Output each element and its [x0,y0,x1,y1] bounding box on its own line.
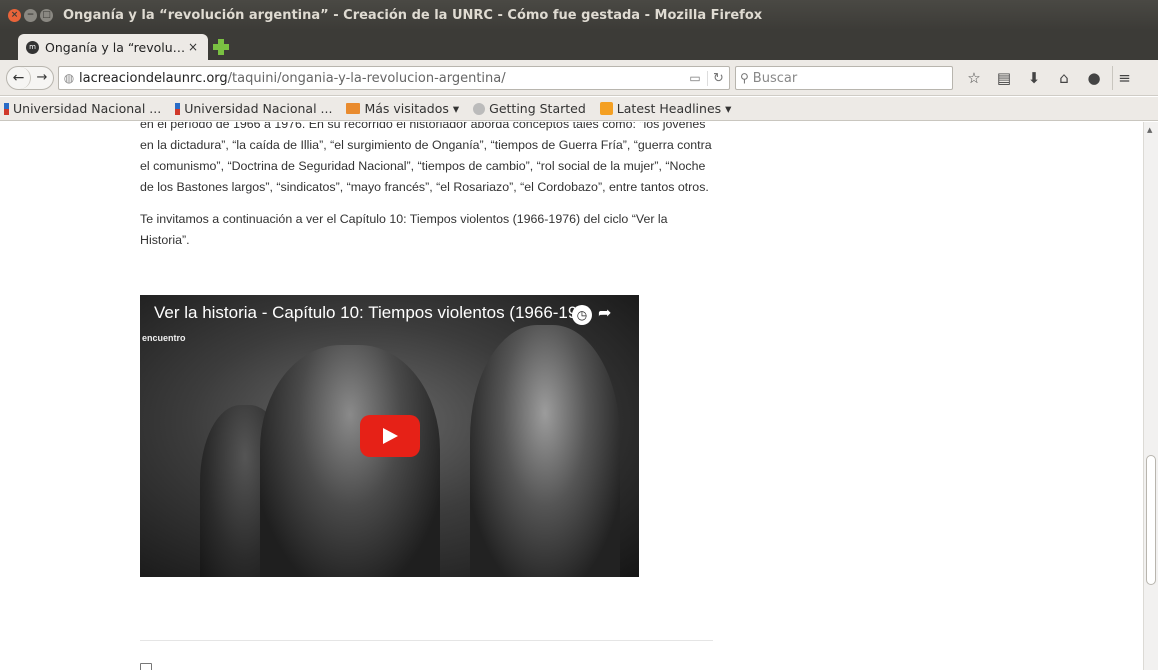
bookmark-item-getting-started[interactable]: Getting Started [473,101,586,116]
bookmark-label: Universidad Nacional ... [13,101,162,116]
bookmark-item-unl-2[interactable]: Universidad Nacional ... [175,101,332,116]
video-title[interactable]: Ver la historia - Capítulo 10: Tiempos v… [154,303,592,323]
video-thumbnail-figure [470,325,620,577]
bookmark-label: Más visitados ▾ [364,101,460,116]
search-input[interactable]: ⚲ Buscar [735,66,953,90]
bookmark-folder-mas-visitados[interactable]: Más visitados ▾ [346,101,459,116]
scrollbar-thumb[interactable] [1146,455,1156,585]
tab-favicon-icon: m [26,40,39,54]
menu-icon[interactable]: ≡ [1112,66,1136,90]
window-title: Onganía y la “revolución argentina” - Cr… [63,7,763,23]
scroll-up-arrow-icon[interactable]: ▲ [1147,126,1152,134]
close-window-button[interactable]: × [8,8,21,22]
search-icon: ⚲ [740,71,749,85]
content-divider [140,640,713,641]
navigation-toolbar: ← → ◍ lacreaciondelaunrc.org/taquini/ong… [0,60,1158,96]
url-host: lacreaciondelaunrc.org [79,70,228,86]
bookmark-item-unl-1[interactable]: Universidad Nacional ... [4,101,161,116]
reader-view-icon[interactable]: ▭ [683,71,707,85]
bookmark-label: Getting Started [489,101,586,116]
back-arrow-icon[interactable]: ← [7,66,31,89]
article-body: en el período de 1966 a 1976. En su reco… [140,122,714,262]
tab-strip: m Onganía y la “revolu… × [0,30,1158,60]
globe-icon [473,102,486,115]
back-forward-group: ← → [6,65,54,90]
window-controls: × − □ [8,8,53,22]
page-scrollbar[interactable]: ▲ [1143,122,1158,670]
site-identity-icon[interactable]: ◍ [59,71,79,85]
chat-icon[interactable]: ● [1082,66,1106,90]
home-icon[interactable]: ⌂ [1052,66,1076,90]
downloads-icon[interactable]: ⬇ [1022,66,1046,90]
embedded-video-player[interactable]: Ver la historia - Capítulo 10: Tiempos v… [140,295,639,577]
article-paragraph: en el período de 1966 a 1976. En su reco… [140,122,712,194]
bookmark-favicon-icon [175,102,181,115]
maximize-window-button[interactable]: □ [40,8,53,22]
bookmark-favicon-icon [4,102,9,115]
bookmark-star-icon[interactable]: ☆ [962,66,986,90]
folder-icon [346,103,361,114]
bookmark-label: Latest Headlines ▾ [616,101,732,116]
tab-close-icon[interactable]: × [186,40,200,54]
search-placeholder: Buscar [752,70,798,86]
rss-feed-icon [599,102,613,115]
page-content: en el período de 1966 a 1976. En su reco… [0,122,1143,670]
video-channel-logo: encuentro [142,333,186,343]
url-text[interactable]: lacreaciondelaunrc.org/taquini/ongania-y… [79,71,683,86]
url-path: /taquini/ongania-y-la-revolucion-argenti… [227,70,506,86]
video-thumbnail-figure [260,345,440,577]
url-bar[interactable]: ◍ lacreaciondelaunrc.org/taquini/ongania… [58,66,730,90]
play-button[interactable] [360,415,420,457]
reload-icon[interactable]: ↻ [707,70,729,86]
article-paragraph: Te invitamos a continuación a ver el Cap… [140,212,668,247]
minimize-window-button[interactable]: − [24,8,37,22]
toolbar-icons: ☆ ▤ ⬇ ⌂ ● ≡ [962,66,1142,90]
tab-title: Onganía y la “revolu… [45,39,186,55]
watch-later-clock-icon[interactable]: ◷ [572,305,592,325]
tab-current[interactable]: m Onganía y la “revolu… × [18,34,208,60]
window-titlebar: × − □ Onganía y la “revolución argentina… [0,0,1158,30]
bookmarks-list-icon[interactable]: ▤ [992,66,1016,90]
comment-icon [140,663,152,670]
bookmarks-toolbar: Universidad Nacional ... Universidad Nac… [0,97,1158,121]
new-tab-plus-icon[interactable] [212,38,230,56]
forward-arrow-icon[interactable]: → [31,67,53,89]
share-arrow-icon[interactable]: ➦ [598,303,611,322]
bookmark-folder-latest-headlines[interactable]: Latest Headlines ▾ [599,101,732,116]
bookmark-label: Universidad Nacional ... [184,101,333,116]
